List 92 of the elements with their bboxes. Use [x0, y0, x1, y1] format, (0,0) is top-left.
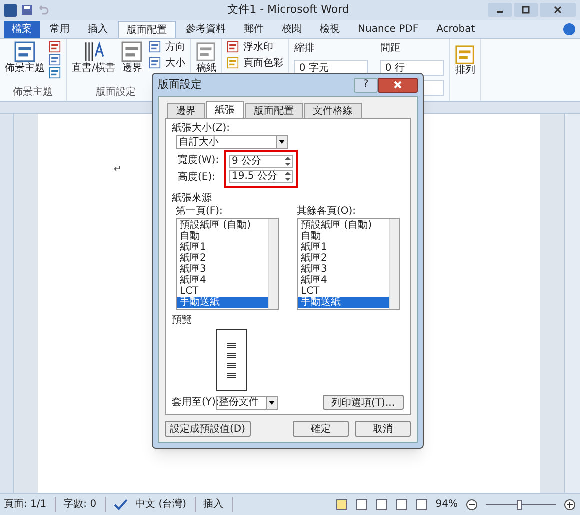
spinner-icon	[284, 171, 292, 182]
field-label: 高度(E):	[178, 171, 216, 184]
paper-size-dropdown[interactable]: 自訂大小	[176, 135, 288, 149]
page-preview-drawing	[216, 329, 247, 391]
list-item[interactable]: 手動送紙	[177, 297, 268, 308]
field-label: 套用至(Y):	[172, 396, 216, 410]
ribbon-button[interactable]: 大小	[165, 58, 186, 68]
list-label: 其餘各頁(O):	[297, 205, 358, 218]
dialog-tab[interactable]: 版面配置	[245, 103, 303, 118]
insert-mode[interactable]: 插入	[204, 497, 233, 512]
ribbon-button[interactable]: 直書/橫書	[72, 63, 116, 74]
maximize-icon	[522, 6, 530, 14]
list-item[interactable]: 自動	[177, 231, 268, 242]
ribbon-button[interactable]: 佈景主題	[5, 63, 45, 74]
dialog-title: 版面設定	[158, 76, 203, 93]
dialog-button[interactable]: 設定成預設值(D)	[165, 421, 251, 437]
ribbon-tab[interactable]: 插入	[80, 21, 116, 38]
paper-tray-list[interactable]: 預設紙匣 (自動) 自動 紙匣1 紙匣2 紙匣3 紙匣4 LCT 手動送紙	[176, 218, 279, 310]
zoom-slider-thumb[interactable]	[516, 500, 522, 510]
ribbon-button[interactable]: 邊界	[122, 63, 142, 74]
close-button[interactable]	[378, 78, 418, 92]
ribbon-tab[interactable]: Nuance PDF	[350, 21, 427, 38]
section-label: 紙張大小(Z):	[172, 122, 232, 135]
paragraph-mark: ↵	[114, 164, 122, 177]
ribbon-button[interactable]: 稿紙	[196, 63, 216, 74]
language[interactable]: 中文 (台灣)	[136, 497, 196, 512]
print-options-button[interactable]: 列印選項(T)...	[322, 395, 404, 410]
list-item[interactable]: 預設紙匣 (自動)	[177, 220, 268, 231]
dialog-button[interactable]: 取消	[355, 421, 411, 437]
paper-tray-list[interactable]: 預設紙匣 (自動) 自動 紙匣1 紙匣2 紙匣3 紙匣4 LCT 手動送紙	[297, 218, 400, 310]
apply-to-dropdown[interactable]: 整份文件	[216, 396, 278, 410]
zoom-level[interactable]: 94%	[436, 497, 458, 512]
list-item[interactable]: LCT	[177, 286, 268, 297]
help-button[interactable]: ?	[354, 78, 378, 92]
ribbon-tab[interactable]: 版面配置	[118, 21, 176, 38]
list-item[interactable]: 紙匣2	[298, 253, 389, 264]
dialog-tab[interactable]: 邊界	[167, 103, 205, 118]
close-icon	[394, 81, 402, 89]
save-icon[interactable]	[21, 4, 33, 16]
proofing-icon[interactable]	[114, 498, 128, 510]
group-label: 間距	[380, 42, 402, 56]
list-label: 第一頁(F):	[176, 205, 224, 218]
vertical-scrollbar[interactable]	[564, 114, 580, 493]
ribbon-tab[interactable]: 參考資料	[178, 21, 234, 38]
section-label: 紙張來源	[172, 192, 213, 205]
list-item[interactable]: 紙匣3	[298, 264, 389, 275]
list-item[interactable]: 紙匣4	[298, 275, 389, 286]
spinner-icon	[284, 156, 292, 167]
ribbon-tab[interactable]: Acrobat	[428, 21, 484, 38]
dropdown-arrow-icon	[269, 400, 275, 404]
scrollbar[interactable]	[268, 219, 278, 309]
ribbon-tab[interactable]: 校閱	[274, 21, 310, 38]
dialog-button[interactable]: 確定	[293, 421, 349, 437]
ribbon-button[interactable]: 浮水印	[243, 42, 274, 52]
group-label: 縮排	[294, 42, 316, 56]
list-item[interactable]: 自動	[298, 231, 389, 242]
group-label: 版面設定	[96, 87, 136, 99]
list-item[interactable]: 紙匣1	[298, 242, 389, 253]
zoom-out-icon[interactable]	[466, 498, 478, 510]
list-item[interactable]: LCT	[298, 286, 389, 297]
width-field[interactable]: 9 公分	[229, 155, 293, 168]
dialog-tab[interactable]: 紙張	[206, 101, 244, 118]
close-icon	[554, 6, 562, 14]
minimize-button[interactable]	[488, 3, 512, 17]
list-item[interactable]: 預設紙匣 (自動)	[298, 220, 389, 231]
list-item[interactable]: 手動送紙	[298, 297, 389, 308]
ribbon-tab[interactable]: 檢視	[312, 21, 348, 38]
zoom-in-icon[interactable]	[564, 498, 576, 510]
list-item[interactable]: 紙匣3	[177, 264, 268, 275]
ribbon-button[interactable]: 方向	[165, 42, 186, 52]
height-field[interactable]: 19.5 公分	[229, 170, 293, 183]
field-label: 寬度(W):	[178, 154, 220, 167]
ribbon-tab[interactable]: 檔案	[4, 21, 40, 38]
dropdown-arrow-icon	[279, 140, 285, 144]
word-count[interactable]: 字數: 0	[64, 497, 106, 512]
section-label: 預覽	[172, 314, 193, 327]
list-item[interactable]: 紙匣2	[177, 253, 268, 264]
ribbon-tab[interactable]: 郵件	[236, 21, 272, 38]
help-icon[interactable]	[563, 23, 576, 36]
text-direction-icon	[82, 41, 105, 63]
maximize-button[interactable]	[514, 3, 538, 17]
ribbon-button[interactable]: 頁面色彩	[243, 58, 284, 68]
window-title: 文件1 - Microsoft Word	[226, 2, 350, 18]
page-count[interactable]: 頁面: 1/1	[4, 497, 56, 512]
dialog-tab[interactable]: 文件格線	[304, 103, 362, 118]
list-item[interactable]: 紙匣1	[177, 242, 268, 253]
ribbon-button[interactable]: 排列	[455, 65, 476, 76]
scrollbar[interactable]	[389, 219, 399, 309]
group-label: 佈景主題	[13, 87, 53, 99]
close-button[interactable]	[540, 3, 576, 17]
ribbon-tab[interactable]: 常用	[42, 21, 78, 38]
list-item[interactable]: 紙匣4	[177, 275, 268, 286]
